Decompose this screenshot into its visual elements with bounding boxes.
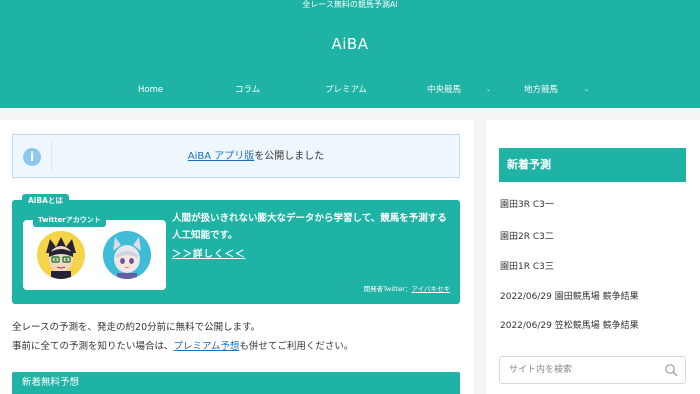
sidebar-item[interactable]: 2022/06/29 園田競馬場 競争結果 (500, 291, 639, 303)
intro-line-1: 全レースの予測を、発走の約20分前に無料で公開します。 (12, 322, 261, 333)
sidebar-item[interactable]: 園田3R C3一 (500, 199, 554, 211)
notice-suffix: を公開しました (254, 151, 325, 162)
info-icon: i (23, 148, 41, 166)
info-notice: i AiBA アプリ版を公開しました (12, 134, 460, 178)
site-title[interactable]: AiBA (0, 34, 700, 54)
about-label: AiBAとは (22, 194, 69, 208)
notice-text: AiBA アプリ版を公開しました (53, 149, 459, 165)
intro-line-2-suffix: も併せてご利用ください。 (239, 341, 354, 352)
app-release-link[interactable]: AiBA アプリ版 (188, 151, 255, 162)
section-heading: 新着無料予想 (12, 372, 460, 394)
sidebar-item[interactable]: 園田1R C3三 (500, 261, 554, 273)
developer-twitter-link[interactable]: アイバキセキ (411, 285, 450, 293)
nav-item-premium[interactable]: プレミアム (325, 83, 367, 97)
site-tagline: 全レース無料の競馬予測AI (302, 0, 398, 9)
nav-item-home[interactable]: Home (138, 83, 163, 97)
site-header: 全レース無料の競馬予測AI AiBA Home コラム プレミアム 中央競馬 ⌄… (0, 0, 700, 108)
twitter-accounts-card (23, 220, 166, 290)
search-icon[interactable] (664, 363, 678, 377)
about-description: 人間が扱いきれない膨大なデータから学習して、競馬を予測する人工知能です。 (172, 213, 447, 241)
sidebar-heading: 新着予測 (499, 148, 686, 182)
chevron-down-icon[interactable]: ⌄ (486, 83, 491, 97)
nav-item-central-racing[interactable]: 中央競馬 (427, 83, 461, 97)
search-input[interactable] (500, 357, 660, 383)
notice-divider (51, 141, 52, 173)
chevron-down-icon[interactable]: ⌄ (584, 83, 589, 97)
more-details-link[interactable]: ＞＞詳しく＜＜ (172, 248, 246, 262)
sidebar: 新着予測 園田3R C3一 園田2R C3二 園田1R C3三 2022/06/… (486, 120, 700, 394)
search-box (499, 356, 686, 384)
intro-line-2: 事前に全ての予測を知りたい場合は、プレミアム予想も併せてご利用ください。 (12, 340, 353, 354)
sidebar-item[interactable]: 2022/06/29 笠松競馬場 競争結果 (500, 320, 639, 332)
premium-prediction-link[interactable]: プレミアム予想 (174, 341, 240, 352)
twitter-label: Twitterアカウント (33, 213, 106, 227)
avatar[interactable] (37, 231, 85, 279)
main-content: i AiBA アプリ版を公開しました AiBAとは Twitterアカウント 人… (0, 120, 474, 394)
nav-item-column[interactable]: コラム (235, 83, 260, 97)
avatar[interactable] (103, 231, 151, 279)
global-nav: Home コラム プレミアム 中央競馬 ⌄ 地方競馬 ⌄ (0, 83, 700, 97)
developer-credit: 開発者Twitter：アイバキセキ (364, 284, 450, 294)
sidebar-item[interactable]: 園田2R C3二 (500, 231, 554, 243)
developer-credit-prefix: 開発者Twitter： (363, 285, 412, 293)
nav-item-local-racing[interactable]: 地方競馬 (524, 83, 558, 97)
about-box: AiBAとは Twitterアカウント 人間が扱いきれない膨大なデータから学習し… (12, 194, 460, 304)
intro-line-2-prefix: 事前に全ての予測を知りたい場合は、 (12, 341, 174, 352)
